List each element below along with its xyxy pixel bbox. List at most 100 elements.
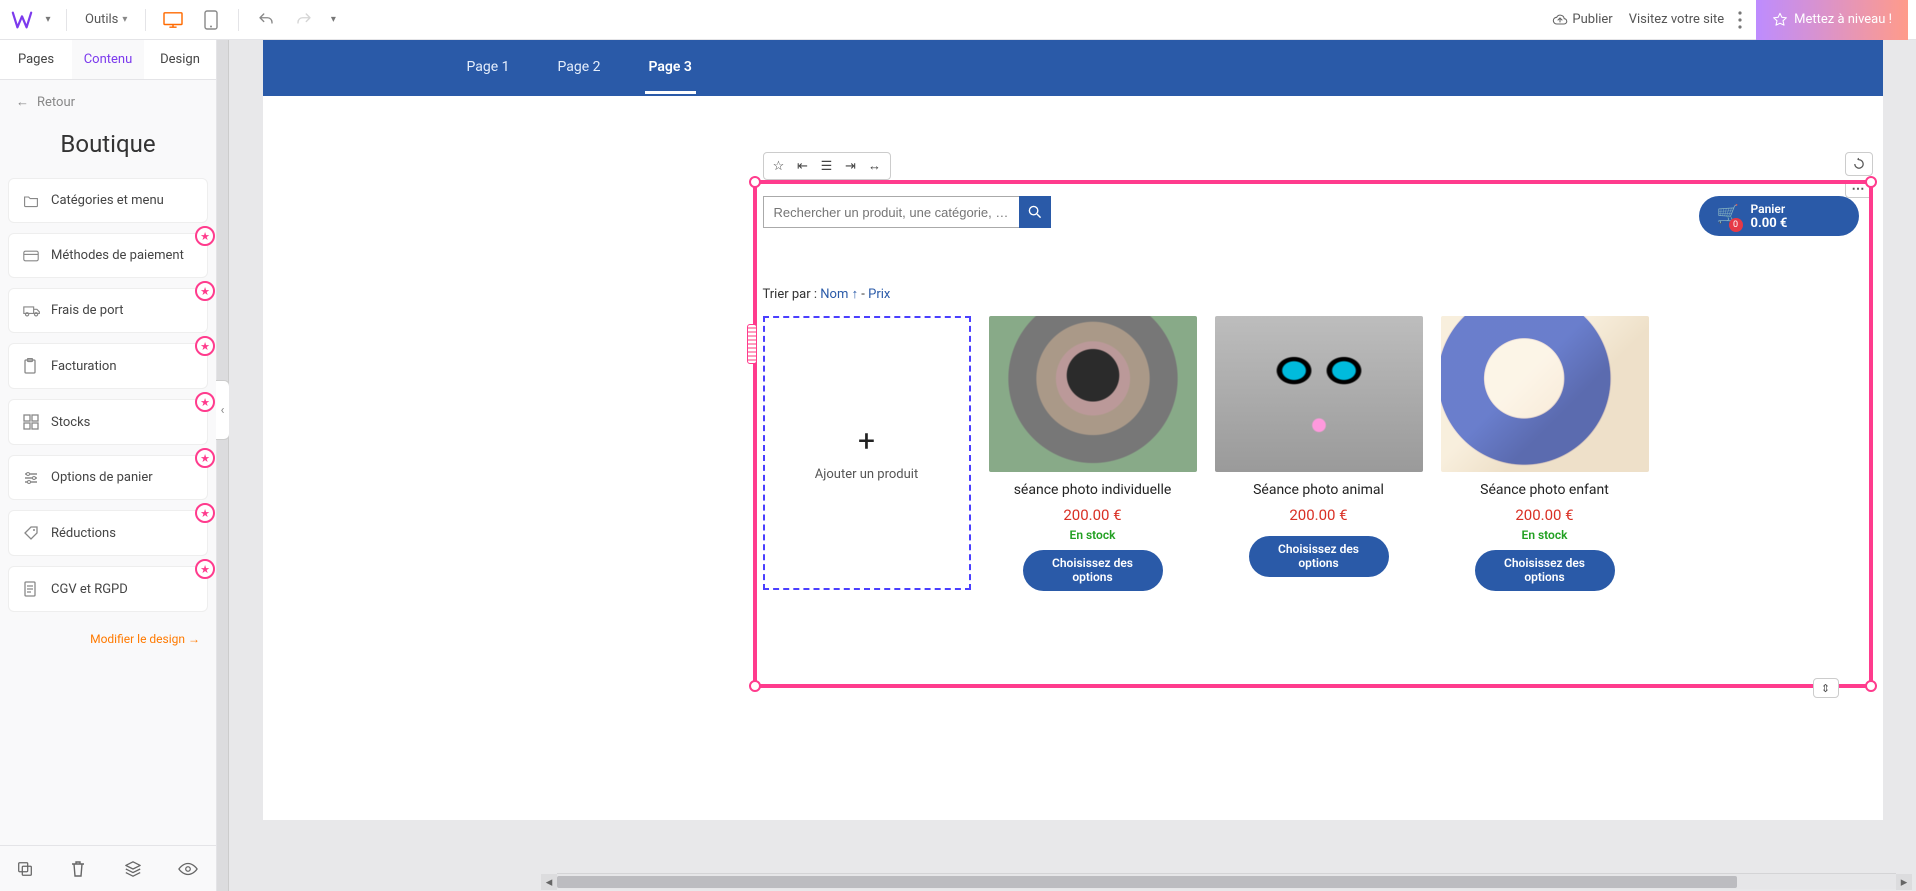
trash-icon[interactable]	[70, 860, 92, 878]
menu-categories[interactable]: Catégories et menu	[8, 178, 208, 223]
device-mobile-button[interactable]	[194, 0, 228, 40]
page-tab-3[interactable]: Page 3	[645, 43, 696, 94]
resize-handle-bl[interactable]	[749, 680, 761, 692]
menu-label: Réductions	[51, 526, 116, 541]
product-price: 200.00 €	[1063, 506, 1121, 524]
search-button[interactable]	[1019, 196, 1051, 228]
cart-label: Panier	[1751, 202, 1786, 216]
clipboard-icon	[23, 358, 41, 374]
choose-options-button[interactable]: Choisissez des options	[1475, 550, 1615, 591]
sliders-icon	[23, 471, 41, 485]
visit-label: Visitez votre site	[1629, 12, 1724, 27]
redo-button[interactable]	[287, 0, 321, 40]
premium-badge-icon: ★	[195, 392, 215, 412]
more-menu[interactable]	[1732, 0, 1748, 40]
premium-badge-icon: ★	[195, 559, 215, 579]
menu-label: Facturation	[51, 359, 117, 374]
menu-label: CGV et RGPD	[51, 582, 128, 597]
tab-content[interactable]: Contenu	[72, 40, 144, 79]
align-center-icon[interactable]: ☰	[818, 157, 836, 175]
premium-badge-icon: ★	[195, 503, 215, 523]
scroll-left-arrow[interactable]: ◂	[541, 874, 557, 890]
menu-label: Catégories et menu	[51, 193, 164, 208]
choose-options-button[interactable]: Choisissez des options	[1023, 550, 1163, 591]
product-price: 200.00 €	[1515, 506, 1573, 524]
product-stock: En stock	[1522, 528, 1568, 542]
page-tab-1[interactable]: Page 1	[463, 43, 514, 94]
menu-label: Options de panier	[51, 470, 153, 485]
align-stretch-icon[interactable]: ↔	[866, 157, 884, 175]
spacing-handle[interactable]: ⇕	[1813, 678, 1839, 698]
menu-payment[interactable]: Méthodes de paiement ★	[8, 233, 208, 278]
add-product-card[interactable]: + Ajouter un produit	[763, 316, 971, 590]
page-nav: Page 1 Page 2 Page 3	[263, 40, 1883, 96]
tools-menu[interactable]: Outils▾	[77, 0, 135, 40]
add-product-label: Ajouter un produit	[815, 467, 918, 482]
reset-widget-button[interactable]	[1845, 152, 1873, 176]
canvas-area: Page 1 Page 2 Page 3 ☆ ⇤ ☰ ⇥ ↔ ⋯	[229, 40, 1916, 891]
visit-site-button[interactable]: Visitez votre site	[1621, 0, 1732, 40]
menu-discounts[interactable]: Réductions ★	[8, 510, 208, 556]
premium-badge-icon: ★	[195, 448, 215, 468]
logo-dropdown[interactable]: ▾	[40, 14, 56, 25]
menu-label: Frais de port	[51, 303, 123, 318]
product-price: 200.00 €	[1289, 506, 1347, 524]
resize-handle-tl[interactable]	[749, 176, 761, 188]
product-card[interactable]: Séance photo enfant 200.00 € En stock Ch…	[1441, 316, 1649, 591]
arrow-left-icon: ←	[16, 94, 29, 110]
align-left-icon[interactable]: ⇤	[794, 157, 812, 175]
scrollbar-thumb[interactable]	[557, 876, 1737, 888]
search-input[interactable]	[763, 196, 1019, 228]
product-name: Séance photo animal	[1253, 482, 1384, 498]
cart-button[interactable]: 🛒 0 Panier 0.00 €	[1699, 196, 1859, 236]
product-name: Séance photo enfant	[1480, 482, 1609, 498]
tab-design[interactable]: Design	[144, 40, 216, 79]
sidebar: Pages Contenu Design ← Retour Boutique C…	[0, 40, 217, 891]
menu-terms[interactable]: CGV et RGPD ★	[8, 566, 208, 612]
sort-prefix: Trier par :	[763, 287, 821, 302]
horizontal-scrollbar[interactable]: ◂ ▸	[557, 873, 1896, 889]
sidebar-menu: Catégories et menu Méthodes de paiement …	[0, 178, 216, 612]
sort-row: Trier par : Nom ↑ - Prix	[763, 286, 1863, 302]
history-dropdown[interactable]: ▾	[325, 14, 341, 25]
sort-by-price[interactable]: Prix	[868, 287, 890, 302]
sort-by-name[interactable]: Nom ↑	[820, 287, 858, 302]
device-desktop-button[interactable]	[156, 0, 190, 40]
resize-handle-tr[interactable]	[1865, 176, 1877, 188]
favorite-icon[interactable]: ☆	[770, 157, 788, 175]
separator	[145, 9, 146, 31]
scroll-right-arrow[interactable]: ▸	[1896, 874, 1912, 890]
tag-icon	[23, 525, 41, 541]
preview-icon[interactable]	[178, 862, 200, 876]
resize-handle-br[interactable]	[1865, 680, 1877, 692]
menu-billing[interactable]: Facturation ★	[8, 343, 208, 389]
page-canvas[interactable]: Page 1 Page 2 Page 3 ☆ ⇤ ☰ ⇥ ↔ ⋯	[263, 40, 1883, 820]
cart-count-badge: 0	[1729, 218, 1743, 232]
upgrade-button[interactable]: Mettez à niveau !	[1756, 0, 1908, 40]
align-right-icon[interactable]: ⇥	[842, 157, 860, 175]
layers-icon[interactable]	[124, 860, 146, 878]
modify-design-link[interactable]: Modifier le design →	[0, 612, 216, 666]
undo-button[interactable]	[249, 0, 283, 40]
product-image	[1441, 316, 1649, 472]
product-card[interactable]: séance photo individuelle 200.00 € En st…	[989, 316, 1197, 591]
menu-stocks[interactable]: Stocks ★	[8, 399, 208, 445]
top-bar: ▾ Outils▾ ▾ Publier Visitez votre site M…	[0, 0, 1916, 40]
tab-pages[interactable]: Pages	[0, 40, 72, 79]
premium-badge-icon: ★	[195, 336, 215, 356]
back-button[interactable]: ← Retour	[0, 80, 216, 124]
drag-handle-left[interactable]	[747, 324, 757, 364]
product-card[interactable]: Séance photo animal 200.00 € Choisissez …	[1215, 316, 1423, 591]
menu-label: Méthodes de paiement	[51, 248, 184, 263]
app-logo[interactable]	[8, 6, 36, 34]
document-icon	[23, 581, 41, 597]
menu-shipping[interactable]: Frais de port ★	[8, 288, 208, 333]
choose-options-button[interactable]: Choisissez des options	[1249, 536, 1389, 577]
publish-button[interactable]: Publier	[1544, 0, 1620, 40]
page-tab-2[interactable]: Page 2	[554, 43, 605, 94]
alignment-toolbar: ☆ ⇤ ☰ ⇥ ↔	[763, 152, 891, 180]
menu-cart-options[interactable]: Options de panier ★	[8, 455, 208, 500]
menu-label: Stocks	[51, 415, 90, 430]
collapse-sidebar-handle[interactable]: ‹	[216, 380, 230, 440]
duplicate-icon[interactable]	[16, 860, 38, 878]
